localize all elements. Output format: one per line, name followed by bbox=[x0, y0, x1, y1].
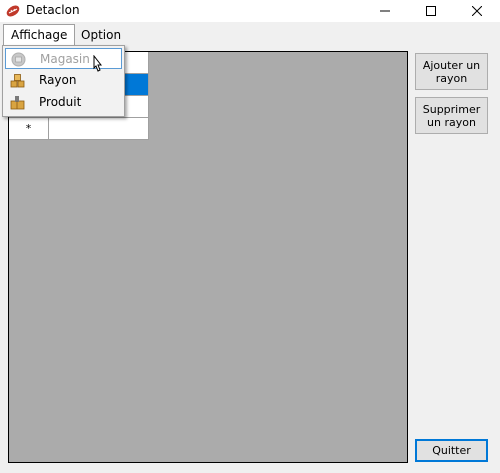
close-icon bbox=[472, 6, 482, 16]
add-rayon-label: Ajouter un rayon bbox=[422, 58, 481, 85]
menu-item-produit[interactable]: Produit bbox=[5, 92, 122, 113]
add-rayon-button[interactable]: Ajouter un rayon bbox=[415, 53, 488, 90]
delete-rayon-label: Supprimer un rayon bbox=[422, 102, 481, 129]
menu-item-rayon[interactable]: Rayon bbox=[5, 70, 122, 91]
product-icon bbox=[10, 96, 25, 110]
menu-item-label: Rayon bbox=[39, 73, 77, 87]
menu-item-label: Magasin bbox=[40, 52, 90, 66]
quit-button[interactable]: Quitter bbox=[415, 439, 488, 462]
close-button[interactable] bbox=[454, 0, 500, 22]
minimize-icon bbox=[380, 10, 390, 12]
new-row-header[interactable]: * bbox=[9, 118, 49, 140]
menu-option[interactable]: Option bbox=[74, 25, 128, 45]
title-bar: Detaclon bbox=[0, 0, 500, 22]
app-icon bbox=[6, 5, 20, 17]
shelf-icon bbox=[10, 74, 25, 88]
affichage-dropdown: Magasin Rayon Produit bbox=[2, 45, 125, 117]
menu-bar: Affichage Option bbox=[0, 24, 500, 46]
window-title: Detaclon bbox=[26, 3, 80, 17]
menu-item-magasin[interactable]: Magasin bbox=[5, 48, 122, 72]
menu-affichage[interactable]: Affichage bbox=[3, 24, 76, 45]
maximize-button[interactable] bbox=[408, 0, 454, 22]
new-row-marker: * bbox=[25, 122, 32, 135]
minimize-button[interactable] bbox=[362, 0, 408, 22]
quit-label: Quitter bbox=[432, 444, 471, 457]
delete-rayon-button[interactable]: Supprimer un rayon bbox=[415, 97, 488, 134]
new-row-cell[interactable] bbox=[49, 118, 149, 140]
store-icon bbox=[11, 52, 26, 67]
menu-item-label: Produit bbox=[39, 95, 82, 109]
maximize-icon bbox=[426, 6, 436, 16]
